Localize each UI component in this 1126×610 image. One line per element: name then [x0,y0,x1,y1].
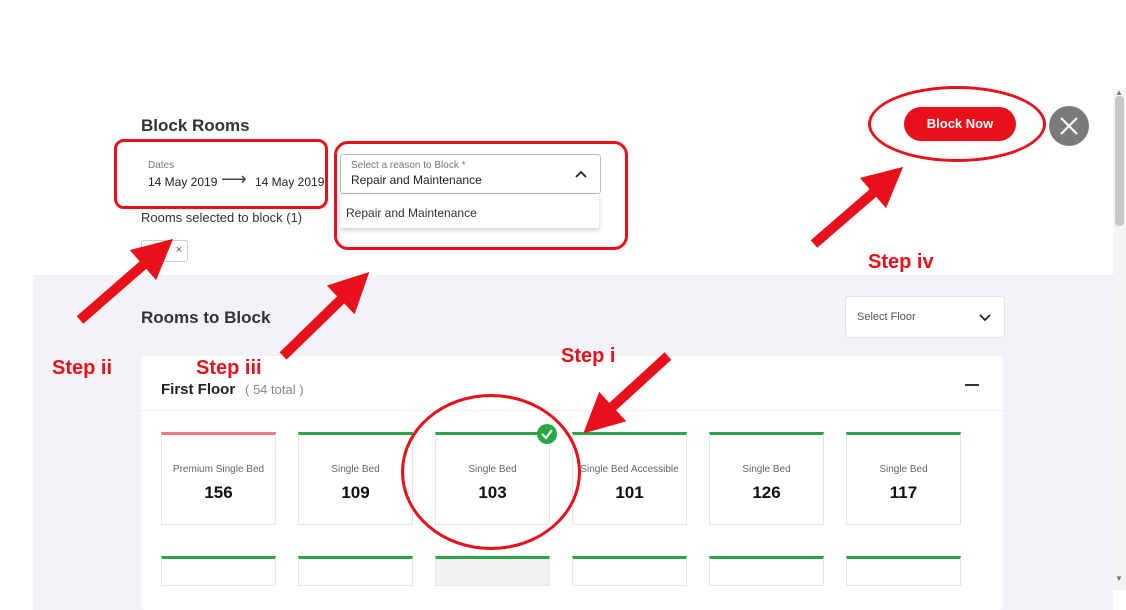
annotation-step-iv: Step iv [868,251,934,273]
annotation-arrow-step-iv [810,166,904,248]
annotation-step-iii: Step iii [196,357,262,379]
annotation-arrow-step-iii [279,272,370,360]
annotation-step-ii: Step ii [52,357,113,379]
annotation-arrows [76,166,904,434]
annotation-arrow-step-ii [76,238,174,324]
annotation-step-i: Step i [561,345,616,367]
